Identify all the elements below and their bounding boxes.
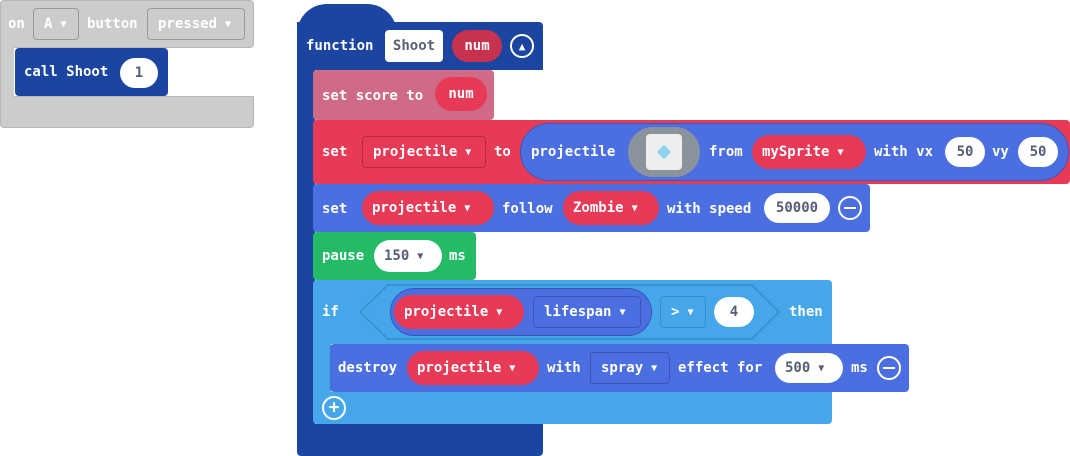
if-label: if <box>322 304 339 320</box>
follow-target-value: Zombie <box>573 200 624 216</box>
minus-icon <box>883 367 895 369</box>
chevron-down-icon: ▼ <box>687 306 694 318</box>
image-preview-icon <box>646 134 682 170</box>
set-projectile-to-label: to <box>494 144 511 160</box>
function-block-bottom <box>297 424 543 456</box>
chevron-down-icon: ▼ <box>464 202 471 214</box>
chevron-down-icon: ▼ <box>818 362 825 374</box>
effect-dropdown[interactable]: spray ▼ <box>590 352 670 384</box>
pause-unit: ms <box>449 248 466 264</box>
set-projectile-variable-value: projectile <box>373 144 458 160</box>
on-label: on <box>8 16 25 32</box>
chevron-down-icon: ▼ <box>496 306 503 318</box>
if-block-spine <box>313 340 331 396</box>
duration-unit: ms <box>851 360 868 376</box>
effect-value: spray <box>601 360 644 376</box>
chevron-down-icon: ▼ <box>631 202 638 214</box>
chevron-down-icon: ▼ <box>651 362 658 374</box>
destroy-with-label: with <box>547 360 581 376</box>
from-sprite-value: mySprite <box>762 144 830 160</box>
chevron-down-icon: ▼ <box>225 18 232 30</box>
param-num-reporter[interactable]: num <box>452 30 502 62</box>
operator-value: > <box>671 304 680 320</box>
compare-value: 4 <box>729 304 739 320</box>
on-button-pressed-block-bottom[interactable] <box>0 96 254 128</box>
on-button-pressed-block-left <box>0 40 14 104</box>
from-sprite-reporter[interactable]: mySprite ▼ <box>752 135 866 169</box>
follow-variable-reporter[interactable]: projectile ▼ <box>362 191 494 225</box>
pause-value: 150 <box>384 248 410 264</box>
destroy-remove-button[interactable] <box>877 356 901 380</box>
score-num-value: num <box>448 86 474 102</box>
projectile-label: projectile <box>531 144 616 160</box>
function-label: function <box>306 38 374 54</box>
follow-label: follow <box>502 201 553 217</box>
projectile-image-picker[interactable] <box>628 127 700 177</box>
param-num-value: num <box>464 38 490 54</box>
call-arg-field[interactable]: 1 <box>120 58 158 88</box>
vx-field[interactable]: 50 <box>945 137 985 167</box>
function-name-field[interactable]: Shoot <box>385 30 443 62</box>
set-score-label: set score to <box>322 88 424 104</box>
button-dropdown-value: A <box>44 16 53 32</box>
effect-for-label: effect for <box>678 360 763 376</box>
function-name-value: Shoot <box>392 38 436 54</box>
if-add-else-button[interactable]: + <box>322 396 346 420</box>
chevron-down-icon: ▼ <box>465 146 472 158</box>
speed-value: 50000 <box>775 200 819 216</box>
destroy-variable-value: projectile <box>417 360 502 376</box>
score-num-reporter[interactable]: num <box>435 77 487 111</box>
chevron-down-icon: ▼ <box>837 146 844 158</box>
call-shoot-label: call Shoot <box>24 64 109 80</box>
property-dropdown[interactable]: lifespan ▼ <box>533 296 641 328</box>
then-label: then <box>789 304 823 320</box>
destroy-variable-reporter[interactable]: projectile ▼ <box>407 351 539 385</box>
if-variable-reporter[interactable]: projectile ▼ <box>394 295 524 329</box>
chevron-down-icon: ▼ <box>60 18 67 30</box>
minus-icon <box>844 207 856 209</box>
pause-dropdown[interactable]: 150 ▼ <box>374 240 442 272</box>
call-arg-value: 1 <box>134 65 144 81</box>
event-dropdown[interactable]: pressed ▼ <box>147 8 245 40</box>
chevron-down-icon: ▼ <box>509 362 516 374</box>
follow-set-label: set <box>322 201 348 217</box>
from-label: from <box>709 144 743 160</box>
duration-dropdown[interactable]: 500 ▼ <box>775 353 843 383</box>
plus-icon: + <box>328 397 340 418</box>
vy-field[interactable]: 50 <box>1018 137 1058 167</box>
vx-value: 50 <box>956 144 974 160</box>
operator-dropdown[interactable]: > ▼ <box>660 296 706 328</box>
projectile-sprite-icon <box>656 144 672 160</box>
duration-value: 500 <box>785 360 811 376</box>
chevron-down-icon: ▼ <box>619 306 626 318</box>
destroy-label: destroy <box>338 360 398 376</box>
chevron-up-icon: ▲ <box>518 39 526 53</box>
if-variable-value: projectile <box>404 304 489 320</box>
if-block-bottom[interactable] <box>313 392 832 424</box>
collapse-button[interactable]: ▲ <box>510 34 534 58</box>
button-dropdown[interactable]: A ▼ <box>33 8 79 40</box>
vy-label: vy <box>992 144 1009 160</box>
follow-target-reporter[interactable]: Zombie ▼ <box>563 191 659 225</box>
speed-label: with speed <box>667 201 752 217</box>
pause-label: pause <box>322 248 365 264</box>
vy-value: 50 <box>1029 144 1047 160</box>
set-projectile-variable-dropdown[interactable]: projectile ▼ <box>362 136 486 168</box>
compare-value-field[interactable]: 4 <box>714 297 754 327</box>
speed-field[interactable]: 50000 <box>764 193 830 223</box>
follow-variable-value: projectile <box>372 200 457 216</box>
button-label: button <box>87 16 138 32</box>
property-value: lifespan <box>544 304 612 320</box>
set-projectile-set-label: set <box>322 144 348 160</box>
event-dropdown-value: pressed <box>158 16 218 32</box>
chevron-down-icon: ▼ <box>417 250 424 262</box>
follow-remove-button[interactable] <box>838 196 862 220</box>
vx-label: with vx <box>874 144 934 160</box>
